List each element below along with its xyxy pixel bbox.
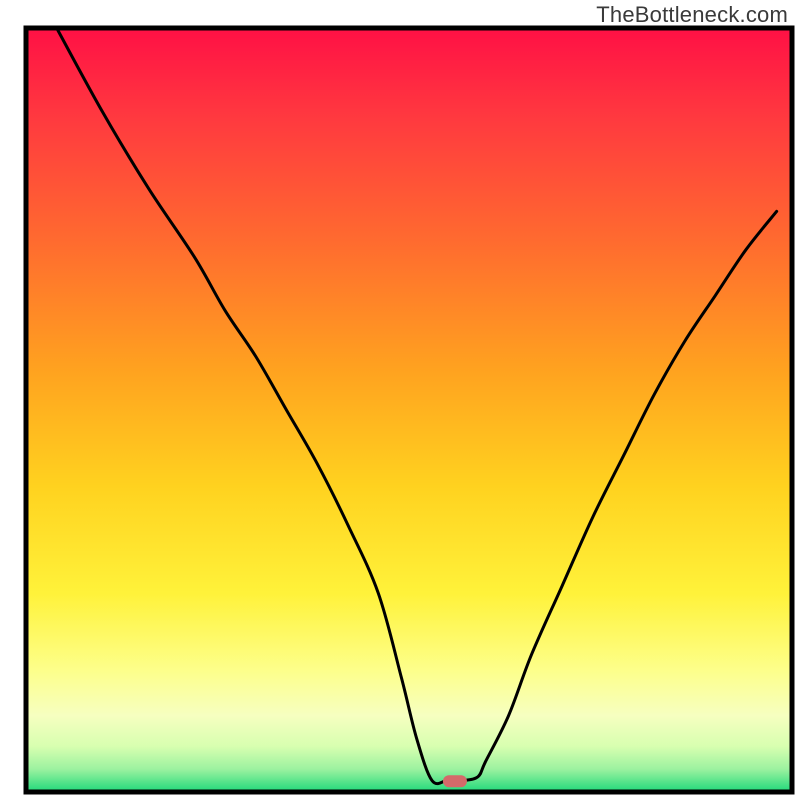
bottleneck-chart-svg xyxy=(0,0,800,800)
optimal-point-marker xyxy=(443,775,467,787)
chart-background xyxy=(26,28,792,792)
watermark-text: TheBottleneck.com xyxy=(596,2,788,28)
chart-container: TheBottleneck.com xyxy=(0,0,800,800)
